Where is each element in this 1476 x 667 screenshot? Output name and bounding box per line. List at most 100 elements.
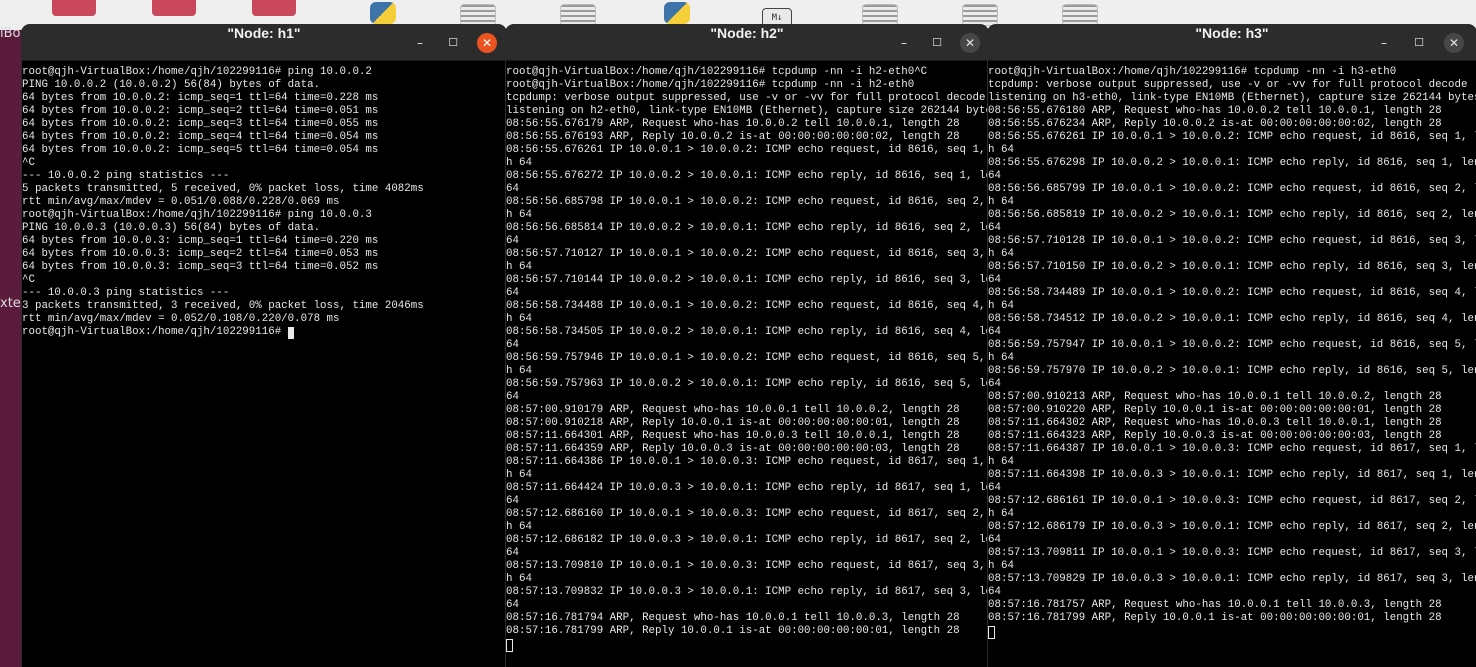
text-cursor xyxy=(988,626,995,639)
minimize-icon[interactable]: – xyxy=(894,33,914,53)
titlebar[interactable]: "Node: h3" – ☐ ✕ xyxy=(988,25,1476,61)
terminal-line: 08:56:57.710144 IP 10.0.0.2 > 10.0.0.1: … xyxy=(506,274,988,286)
terminal-line: 64 xyxy=(988,482,1001,494)
terminal-line: 08:57:12.686179 IP 10.0.0.3 > 10.0.0.1: … xyxy=(988,521,1476,533)
terminal-output[interactable]: root@qjh-VirtualBox:/home/qjh/102299116#… xyxy=(506,63,988,667)
terminal-line: h 64 xyxy=(988,508,1014,520)
terminal-line: 64 xyxy=(988,170,1001,182)
titlebar[interactable]: "Node: h1" – ☐ ✕ xyxy=(22,25,506,61)
terminal-line: 64 bytes from 10.0.0.2: icmp_seq=1 ttl=6… xyxy=(22,92,379,104)
text-file-icon[interactable] xyxy=(460,4,496,26)
terminal-line: 08:56:58.734489 IP 10.0.0.1 > 10.0.0.2: … xyxy=(988,287,1476,299)
terminal-line: 08:57:12.686161 IP 10.0.0.1 > 10.0.0.3: … xyxy=(988,495,1476,507)
terminal-line: --- 10.0.0.2 ping statistics --- xyxy=(22,170,230,182)
terminal-output[interactable]: root@qjh-VirtualBox:/home/qjh/102299116#… xyxy=(22,63,506,667)
terminal-line: 3 packets transmitted, 3 received, 0% pa… xyxy=(22,300,424,312)
terminal-line: 64 bytes from 10.0.0.2: icmp_seq=4 ttl=6… xyxy=(22,131,379,143)
python-file-icon[interactable] xyxy=(664,2,690,24)
folder-icon[interactable] xyxy=(52,0,96,16)
terminal-line: rtt min/avg/max/mdev = 0.052/0.108/0.220… xyxy=(22,313,340,325)
terminal-output[interactable]: root@qjh-VirtualBox:/home/qjh/102299116#… xyxy=(988,63,1476,667)
terminal-line: 64 bytes from 10.0.0.3: icmp_seq=3 ttl=6… xyxy=(22,261,379,273)
terminal-line: 08:56:59.757970 IP 10.0.0.2 > 10.0.0.1: … xyxy=(988,365,1476,377)
terminal-line: 08:56:59.757963 IP 10.0.0.2 > 10.0.0.1: … xyxy=(506,378,988,390)
terminal-line: tcpdump: verbose output suppressed, use … xyxy=(506,92,986,104)
minimize-icon[interactable]: – xyxy=(410,33,430,53)
maximize-icon[interactable]: ☐ xyxy=(927,33,947,53)
terminal-line: 64 bytes from 10.0.0.2: icmp_seq=2 ttl=6… xyxy=(22,105,379,117)
close-icon[interactable]: ✕ xyxy=(477,33,497,53)
python-file-icon[interactable] xyxy=(370,2,396,24)
terminal-line: 08:57:16.781757 ARP, Request who-has 10.… xyxy=(988,599,1442,611)
terminal-line: 08:56:55.676272 IP 10.0.0.2 > 10.0.0.1: … xyxy=(506,170,988,182)
terminal-line: 08:56:56.685798 IP 10.0.0.1 > 10.0.0.2: … xyxy=(506,196,988,208)
terminal-line: h 64 xyxy=(988,456,1014,468)
terminal-line: 08:57:16.781794 ARP, Request who-has 10.… xyxy=(506,612,960,624)
terminal-line: h 64 xyxy=(506,261,532,273)
terminal-line: 64 xyxy=(988,378,1001,390)
terminal-line: 08:56:56.685819 IP 10.0.0.2 > 10.0.0.1: … xyxy=(988,209,1476,221)
terminal-window-h1[interactable]: "Node: h1" – ☐ ✕ root@qjh-VirtualBox:/ho… xyxy=(22,25,506,667)
terminal-line: 5 packets transmitted, 5 received, 0% pa… xyxy=(22,183,424,195)
terminal-line: 08:57:11.664386 IP 10.0.0.1 > 10.0.0.3: … xyxy=(506,456,988,468)
close-icon[interactable]: ✕ xyxy=(960,33,980,53)
folder-icon[interactable] xyxy=(252,0,296,16)
terminal-line: listening on h3-eth0, link-type EN10MB (… xyxy=(988,92,1476,104)
terminal-line: 64 xyxy=(506,287,519,299)
terminal-line: 08:56:55.676193 ARP, Reply 10.0.0.2 is-a… xyxy=(506,131,960,143)
terminal-line: 08:57:00.910218 ARP, Reply 10.0.0.1 is-a… xyxy=(506,417,960,429)
terminal-line: ^C xyxy=(22,157,35,169)
maximize-icon[interactable]: ☐ xyxy=(443,33,463,53)
terminal-line: tcpdump: verbose output suppressed, use … xyxy=(988,79,1468,91)
terminal-line: h 64 xyxy=(506,209,532,221)
terminal-window-h2[interactable]: "Node: h2" – ☐ ✕ root@qjh-VirtualBox:/ho… xyxy=(506,25,988,667)
terminal-line: h 64 xyxy=(506,573,532,585)
terminal-line: 08:57:13.709811 IP 10.0.0.1 > 10.0.0.3: … xyxy=(988,547,1476,559)
terminal-line: 08:56:55.676298 IP 10.0.0.2 > 10.0.0.1: … xyxy=(988,157,1476,169)
terminal-line: root@qjh-VirtualBox:/home/qjh/102299116#… xyxy=(22,66,372,78)
text-cursor xyxy=(506,639,513,652)
close-icon[interactable]: ✕ xyxy=(1444,33,1464,53)
minimize-icon[interactable]: – xyxy=(1374,33,1394,53)
terminal-line: 64 xyxy=(506,183,519,195)
terminal-line: PING 10.0.0.3 (10.0.0.3) 56(84) bytes of… xyxy=(22,222,321,234)
terminal-line: 08:57:12.686160 IP 10.0.0.1 > 10.0.0.3: … xyxy=(506,508,988,520)
terminal-line: 08:56:55.676234 ARP, Reply 10.0.0.2 is-a… xyxy=(988,118,1442,130)
terminal-line: h 64 xyxy=(988,196,1014,208)
terminal-window-h3[interactable]: "Node: h3" – ☐ ✕ root@qjh-VirtualBox:/ho… xyxy=(988,25,1476,667)
terminal-line: 08:56:55.676261 IP 10.0.0.1 > 10.0.0.2: … xyxy=(988,131,1476,143)
terminal-line: 08:57:12.686182 IP 10.0.0.3 > 10.0.0.1: … xyxy=(506,534,988,546)
text-file-icon[interactable] xyxy=(862,4,898,26)
terminal-line: 08:57:13.709832 IP 10.0.0.3 > 10.0.0.1: … xyxy=(506,586,988,598)
terminal-line: 08:56:56.685799 IP 10.0.0.1 > 10.0.0.2: … xyxy=(988,183,1476,195)
terminal-line: 64 xyxy=(506,339,519,351)
terminal-line: 08:57:16.781799 ARP, Reply 10.0.0.1 is-a… xyxy=(506,625,960,637)
terminal-line: 08:56:55.676180 ARP, Request who-has 10.… xyxy=(988,105,1442,117)
text-file-icon[interactable] xyxy=(962,4,998,26)
terminal-line: 08:56:59.757947 IP 10.0.0.1 > 10.0.0.2: … xyxy=(988,339,1476,351)
terminal-line: 64 xyxy=(506,391,519,403)
folder-icon[interactable] xyxy=(152,0,196,16)
terminal-line: 64 xyxy=(988,586,1001,598)
terminal-line: h 64 xyxy=(506,157,532,169)
terminal-line: 08:57:11.664302 ARP, Request who-has 10.… xyxy=(988,417,1442,429)
terminal-line: 64 bytes from 10.0.0.3: icmp_seq=2 ttl=6… xyxy=(22,248,379,260)
terminal-line: 08:57:11.664424 IP 10.0.0.3 > 10.0.0.1: … xyxy=(506,482,988,494)
terminal-line: 08:57:00.910220 ARP, Reply 10.0.0.1 is-a… xyxy=(988,404,1442,416)
terminal-line: root@qjh-VirtualBox:/home/qjh/102299116#… xyxy=(506,66,928,78)
window-title: "Node: h3" xyxy=(1195,25,1269,41)
text-file-icon[interactable] xyxy=(1062,4,1098,26)
terminal-line: h 64 xyxy=(988,300,1014,312)
terminal-line: h 64 xyxy=(506,521,532,533)
terminal-line: 64 bytes from 10.0.0.3: icmp_seq=1 ttl=6… xyxy=(22,235,379,247)
terminal-line: 08:56:55.676179 ARP, Request who-has 10.… xyxy=(506,118,960,130)
terminal-line: root@qjh-VirtualBox:/home/qjh/102299116# xyxy=(22,326,288,338)
maximize-icon[interactable]: ☐ xyxy=(1409,33,1429,53)
terminal-line: 64 xyxy=(988,274,1001,286)
terminal-line: 08:57:11.664323 ARP, Reply 10.0.0.3 is-a… xyxy=(988,430,1442,442)
window-title: "Node: h2" xyxy=(710,25,784,41)
titlebar[interactable]: "Node: h2" – ☐ ✕ xyxy=(506,25,988,61)
text-file-icon[interactable] xyxy=(560,4,596,26)
terminal-line: 64 bytes from 10.0.0.2: icmp_seq=3 ttl=6… xyxy=(22,118,379,130)
window-title: "Node: h1" xyxy=(227,25,301,41)
